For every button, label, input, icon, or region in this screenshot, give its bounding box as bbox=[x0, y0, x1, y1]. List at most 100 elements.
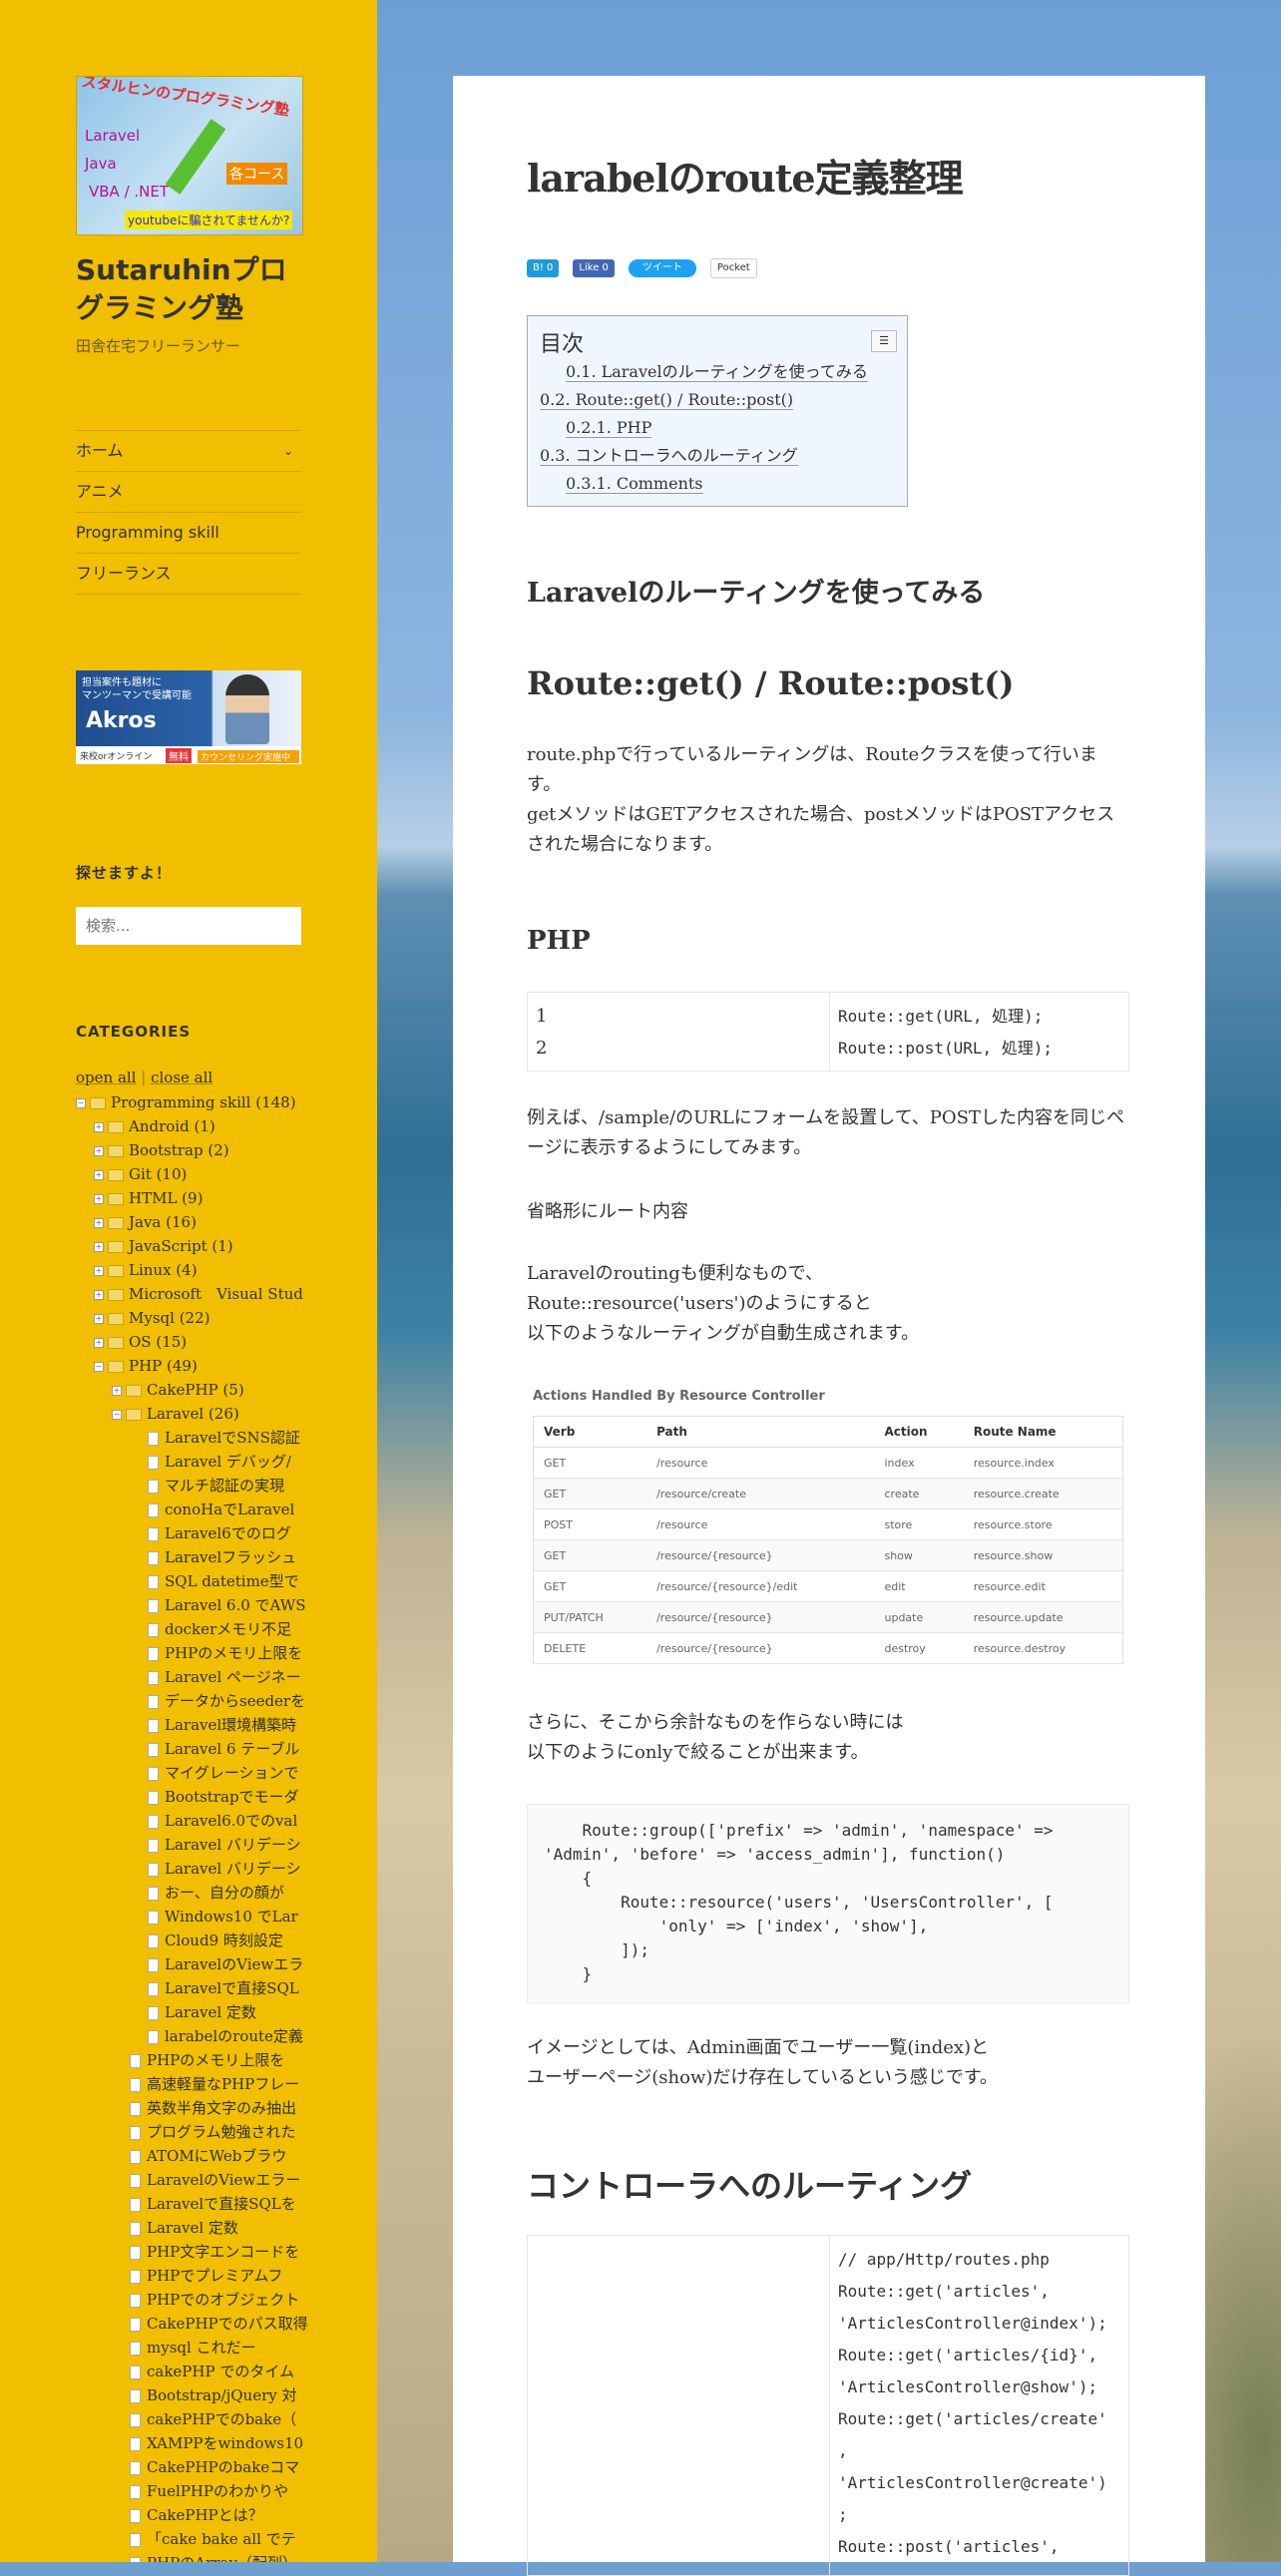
category-tree-item[interactable]: CakePHPでのパス取得 bbox=[76, 2312, 308, 2336]
category-tree-item[interactable]: CakePHPのbakeコマ bbox=[76, 2455, 301, 2479]
file-icon bbox=[148, 1815, 159, 1829]
category-tree-item[interactable]: + OS (15) bbox=[76, 1330, 301, 1354]
category-tree-item[interactable]: Laravel6でのログ bbox=[76, 1521, 301, 1545]
category-tree-item[interactable]: LaravelのViewエラー bbox=[76, 2168, 301, 2192]
category-tree-item[interactable]: Laravelフラッシュ bbox=[76, 1545, 301, 1569]
category-tree-item[interactable]: Laravel6.0でのval bbox=[76, 1809, 301, 1833]
category-tree-item[interactable]: Laravel バリデーシ bbox=[76, 1833, 301, 1857]
category-tree-item[interactable]: + Bootstrap (2) bbox=[76, 1138, 301, 1162]
open-all-link[interactable]: open all bbox=[76, 1069, 136, 1086]
category-tree-item[interactable]: dockerメモリ不足 bbox=[76, 1617, 301, 1641]
toc-item[interactable]: 0.3. コントローラへのルーティング bbox=[540, 442, 895, 470]
category-tree-item[interactable]: Laravel バリデーシ bbox=[76, 1857, 301, 1881]
collapse-icon[interactable]: − bbox=[112, 1410, 122, 1420]
category-tree-item[interactable]: + Linux (4) bbox=[76, 1258, 301, 1282]
menu-item-freelance[interactable]: フリーランス bbox=[76, 554, 301, 595]
toc-item[interactable]: 0.2. Route::get() / Route::post() bbox=[540, 386, 895, 414]
menu-item-programming-skill[interactable]: Programming skill bbox=[76, 513, 301, 554]
category-tree-item[interactable]: マルチ認証の実現 bbox=[76, 1474, 301, 1498]
category-tree-item[interactable]: + JavaScript (1) bbox=[76, 1234, 301, 1258]
collapse-icon[interactable]: − bbox=[76, 1098, 86, 1108]
category-tree-item[interactable]: PHPでプレミアムフ bbox=[76, 2264, 301, 2288]
category-tree-item[interactable]: Laravel 6 テーブル bbox=[76, 1737, 301, 1761]
table-cell: destroy bbox=[874, 1632, 964, 1664]
category-tree-item[interactable]: − Laravel (26) bbox=[76, 1402, 301, 1426]
toc-item[interactable]: 0.1. Laravelのルーティングを使ってみる bbox=[540, 358, 895, 386]
toc-toggle-icon[interactable]: ☰ bbox=[871, 330, 897, 352]
expand-icon[interactable]: + bbox=[94, 1170, 104, 1180]
category-tree-item[interactable]: + Microsoft Visual Stud bbox=[76, 1282, 303, 1306]
hatena-bookmark-button[interactable]: B! 0 bbox=[527, 259, 560, 277]
category-tree-item[interactable]: cakePHP でのタイム bbox=[76, 2360, 301, 2383]
category-tree-item[interactable]: CakePHPとは？ bbox=[76, 2503, 301, 2527]
category-tree-item[interactable]: + HTML (9) bbox=[76, 1186, 301, 1210]
category-tree-item[interactable]: ATOMにWebブラウ bbox=[76, 2144, 301, 2168]
expand-icon[interactable]: + bbox=[94, 1218, 104, 1228]
category-tree-item[interactable]: + Git (10) bbox=[76, 1162, 301, 1186]
category-tree-item[interactable]: 高速軽量なPHPフレー bbox=[76, 2072, 301, 2096]
category-tree-item[interactable]: Laravelで直接SQLを bbox=[76, 2192, 301, 2216]
expand-icon[interactable]: + bbox=[112, 1386, 122, 1396]
tweet-button[interactable]: ツイート bbox=[628, 259, 696, 277]
expand-icon[interactable]: + bbox=[94, 1314, 104, 1324]
close-all-link[interactable]: close all bbox=[151, 1069, 213, 1086]
category-tree-item[interactable]: Windows10 でLar bbox=[76, 1905, 301, 1929]
category-tree-item[interactable]: マイグレーションで bbox=[76, 1761, 301, 1785]
category-tree-item[interactable]: mysql これだー bbox=[76, 2336, 301, 2360]
expand-icon[interactable]: + bbox=[94, 1290, 104, 1300]
category-tree-item[interactable]: PHPのArray（配列） bbox=[76, 2551, 301, 2562]
category-tree-item[interactable]: SQL datetime型で bbox=[76, 1569, 301, 1593]
category-tree-item[interactable]: − Programming skill (148) bbox=[76, 1090, 301, 1114]
category-tree-item[interactable]: − PHP (49) bbox=[76, 1354, 301, 1378]
category-tree-item[interactable]: Bootstrap/jQuery 対 bbox=[76, 2383, 301, 2407]
category-tree-item[interactable]: PHPのメモリ上限を bbox=[76, 2048, 301, 2072]
category-tree-item[interactable]: cakePHPでのbake（ bbox=[76, 2407, 301, 2431]
category-tree-item[interactable]: Laravelで直接SQL bbox=[76, 1976, 301, 2000]
category-tree-item[interactable]: + Java (16) bbox=[76, 1210, 301, 1234]
expand-icon[interactable]: + bbox=[94, 1266, 104, 1276]
ad-banner[interactable]: 担当案件も題材に マンツーマンで受講可能 Akros 来校orオンライン 無料 カ… bbox=[76, 670, 301, 764]
category-tree-item[interactable]: プログラム勉強された bbox=[76, 2120, 301, 2144]
category-tree-item[interactable]: larabelのroute定義 bbox=[76, 2024, 303, 2048]
expand-icon[interactable]: + bbox=[94, 1146, 104, 1156]
category-tree-item[interactable]: PHPでのオブジェクト bbox=[76, 2288, 301, 2312]
category-tree-item[interactable]: + Mysql (22) bbox=[76, 1306, 301, 1330]
site-title[interactable]: Sutaruhinプログラミング塾 bbox=[76, 251, 301, 327]
category-tree-item[interactable]: Bootstrapでモーダ bbox=[76, 1785, 301, 1809]
category-tree-item[interactable]: XAMPPをwindows10 bbox=[76, 2431, 303, 2455]
expand-icon[interactable]: + bbox=[94, 1194, 104, 1204]
search-input[interactable]: 検索... bbox=[76, 907, 301, 945]
expand-icon[interactable]: + bbox=[94, 1242, 104, 1252]
category-tree-item[interactable]: 「cake bake all でテ bbox=[76, 2527, 301, 2551]
category-tree-item[interactable]: LaravelのViewエラ bbox=[76, 1952, 303, 1976]
expand-icon[interactable]: + bbox=[94, 1338, 104, 1348]
category-tree-item[interactable]: + Android (1) bbox=[76, 1114, 301, 1138]
collapse-icon[interactable]: − bbox=[94, 1362, 104, 1372]
menu-item-home[interactable]: ホーム ⌄ bbox=[76, 431, 301, 472]
category-tree-item[interactable]: Cloud9 時刻設定 bbox=[76, 1929, 301, 1952]
toc-item[interactable]: 0.2.1. PHP bbox=[540, 414, 895, 442]
category-tree-item[interactable]: FuelPHPのわかりや bbox=[76, 2479, 301, 2503]
menu-item-anime[interactable]: アニメ bbox=[76, 472, 301, 513]
category-tree-item[interactable]: データからseederを bbox=[76, 1689, 305, 1713]
category-tree-item[interactable]: + CakePHP (5) bbox=[76, 1378, 301, 1402]
category-tree-item[interactable]: おー、自分の顔が bbox=[76, 1881, 301, 1905]
category-tree-item[interactable]: Laravel ページネー bbox=[76, 1665, 301, 1689]
site-logo[interactable]: スタルヒンのプログラミング塾 Laravel Java VBA / .NET 各… bbox=[76, 76, 303, 235]
pocket-button[interactable]: Pocket bbox=[709, 258, 757, 278]
toc-item[interactable]: 0.3.1. Comments bbox=[540, 470, 895, 498]
category-tree-item[interactable]: Laravel デバッグ/ bbox=[76, 1450, 301, 1474]
category-tree-item[interactable]: 英数半角文字のみ抽出 bbox=[76, 2096, 301, 2120]
category-tree-item[interactable]: Laravel環境構築時 bbox=[76, 1713, 301, 1737]
expand-icon[interactable]: + bbox=[94, 1122, 104, 1132]
facebook-like-button[interactable]: Like 0 bbox=[573, 259, 615, 277]
category-tree-item[interactable]: Laravel 定数 bbox=[76, 2216, 301, 2240]
category-tree-item[interactable]: PHP文字エンコードを bbox=[76, 2240, 301, 2264]
category-tree-item[interactable]: Laravel 6.0 でAWS bbox=[76, 1593, 305, 1617]
category-tree-item[interactable]: Laravel 定数 bbox=[76, 2000, 301, 2024]
category-tree-item[interactable]: conoHaでLaravel bbox=[76, 1498, 301, 1521]
category-tree-item[interactable]: PHPのメモリ上限を bbox=[76, 1641, 302, 1665]
chevron-down-icon[interactable]: ⌄ bbox=[283, 431, 293, 471]
category-tree-item[interactable]: LaravelでSNS認証 bbox=[76, 1426, 301, 1450]
table-cell: /resource/{resource}/edit bbox=[646, 1570, 875, 1602]
